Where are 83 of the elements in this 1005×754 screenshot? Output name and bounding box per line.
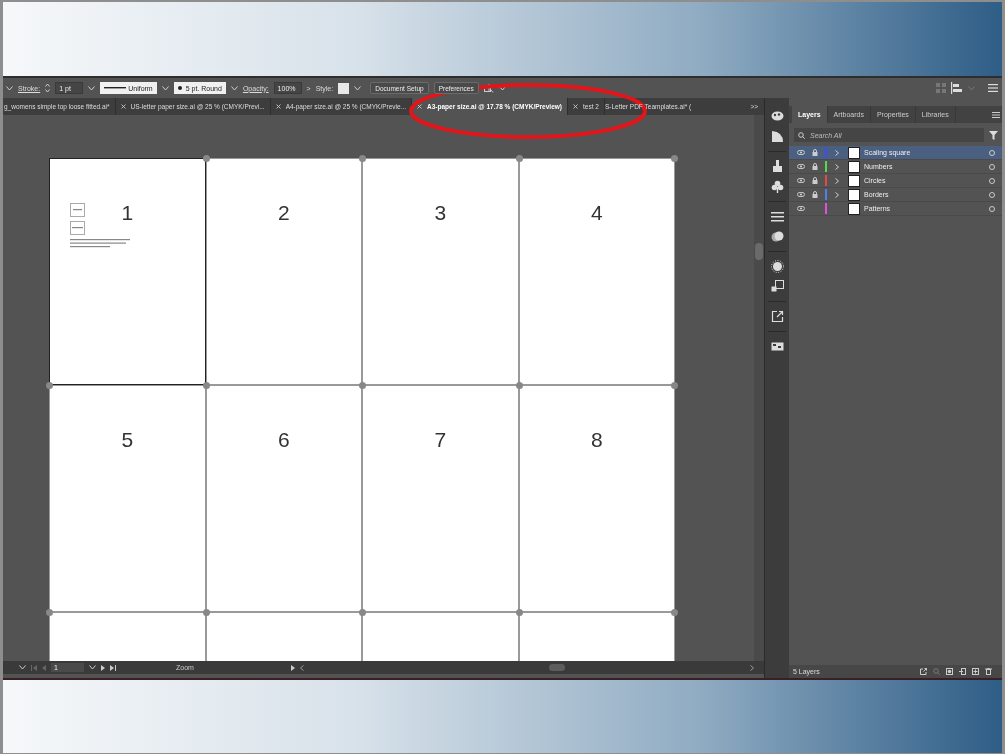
eye-icon[interactable] <box>797 150 805 155</box>
scroll-right-icon[interactable] <box>750 664 754 671</box>
artboard-handle[interactable] <box>671 155 678 162</box>
scroll-left-icon[interactable] <box>300 664 304 671</box>
layer-thumbnail <box>848 202 860 215</box>
artboard-handle[interactable] <box>515 382 523 389</box>
delete-icon[interactable] <box>985 668 992 675</box>
eye-icon[interactable] <box>797 206 805 211</box>
layer-thumbnail <box>848 188 860 201</box>
caret-icon[interactable] <box>161 85 169 91</box>
align-icon[interactable] <box>951 82 963 94</box>
artboard-number: 5 <box>121 428 134 452</box>
layer-thumbnail <box>848 160 860 173</box>
caret-icon[interactable] <box>89 665 96 670</box>
layer-thumbnail <box>848 174 860 187</box>
caret-icon[interactable] <box>19 665 26 670</box>
transform-icon[interactable] <box>770 280 784 293</box>
artboard-handle[interactable] <box>359 155 366 162</box>
artboard-number: 2 <box>277 201 290 225</box>
scrollbar-thumb[interactable] <box>549 664 565 671</box>
new-layer-icon[interactable] <box>972 668 979 675</box>
next-icon[interactable] <box>101 664 105 671</box>
close-icon[interactable] <box>120 104 126 109</box>
artboard-number: 6 <box>277 428 290 452</box>
spinner-icon[interactable] <box>45 83 51 93</box>
scrollbar-thumb[interactable] <box>755 243 763 260</box>
artboard-handle[interactable] <box>202 609 210 616</box>
close-icon[interactable] <box>573 104 578 109</box>
eye-icon[interactable] <box>797 164 805 169</box>
club-icon[interactable] <box>770 180 784 193</box>
expand-icon[interactable] <box>835 149 839 156</box>
expand-icon[interactable] <box>835 177 839 184</box>
overlap-circles-icon[interactable] <box>770 230 784 243</box>
export-icon[interactable] <box>770 310 784 323</box>
artboard-handle[interactable] <box>671 382 678 389</box>
artboard-number: 1 <box>121 201 134 225</box>
filter-icon[interactable] <box>989 130 998 140</box>
close-icon[interactable] <box>275 104 281 109</box>
lock-icon[interactable] <box>812 177 818 184</box>
artboard-number: 7 <box>434 428 447 452</box>
gradient-icon[interactable] <box>770 130 784 143</box>
search-icon <box>798 131 805 139</box>
expand-icon[interactable] <box>835 163 839 170</box>
artboard-handle[interactable] <box>671 609 678 616</box>
lock-icon[interactable] <box>812 163 818 170</box>
brush-icon[interactable] <box>770 160 784 173</box>
artboard-number: 3 <box>434 201 447 225</box>
caret-icon[interactable] <box>230 85 238 91</box>
artboard-number: 8 <box>590 428 603 452</box>
artboard-handle[interactable] <box>202 155 210 162</box>
caret-icon[interactable] <box>498 85 506 91</box>
artboard-handle[interactable] <box>46 382 53 389</box>
last-page-icon[interactable] <box>110 664 116 671</box>
lock-icon[interactable] <box>812 191 818 198</box>
close-icon[interactable] <box>417 104 423 109</box>
menu-icon[interactable] <box>992 111 1000 118</box>
layer-thumbnail <box>848 146 860 159</box>
palette-icon[interactable] <box>770 110 784 123</box>
play-icon[interactable] <box>291 664 295 671</box>
lines-icon[interactable] <box>770 210 784 223</box>
sublayer-icon[interactable] <box>959 668 966 675</box>
artboard-handle[interactable] <box>359 609 366 616</box>
artboard-handle[interactable] <box>46 609 53 616</box>
clipping-mask-icon[interactable] <box>946 668 953 675</box>
image-trace-icon[interactable] <box>770 340 784 353</box>
style-swatch[interactable] <box>338 82 350 94</box>
dot-icon <box>177 86 182 90</box>
menu-icon[interactable] <box>988 84 998 92</box>
artboard-handle[interactable] <box>359 382 366 389</box>
caret-icon[interactable] <box>6 85 13 91</box>
artboard-handle[interactable] <box>515 609 523 616</box>
caret-icon[interactable] <box>88 85 96 91</box>
sun-icon[interactable] <box>770 260 784 273</box>
caret-icon[interactable] <box>354 85 362 91</box>
artboard-handle[interactable] <box>202 382 210 389</box>
eye-icon[interactable] <box>797 178 805 183</box>
artboard-number: 4 <box>590 201 603 225</box>
eye-icon[interactable] <box>797 192 805 197</box>
artboard-handle[interactable] <box>515 155 523 162</box>
expand-icon[interactable] <box>835 191 839 198</box>
export-icon[interactable] <box>920 668 927 675</box>
lock-icon[interactable] <box>812 149 818 156</box>
line-icon <box>104 87 127 89</box>
